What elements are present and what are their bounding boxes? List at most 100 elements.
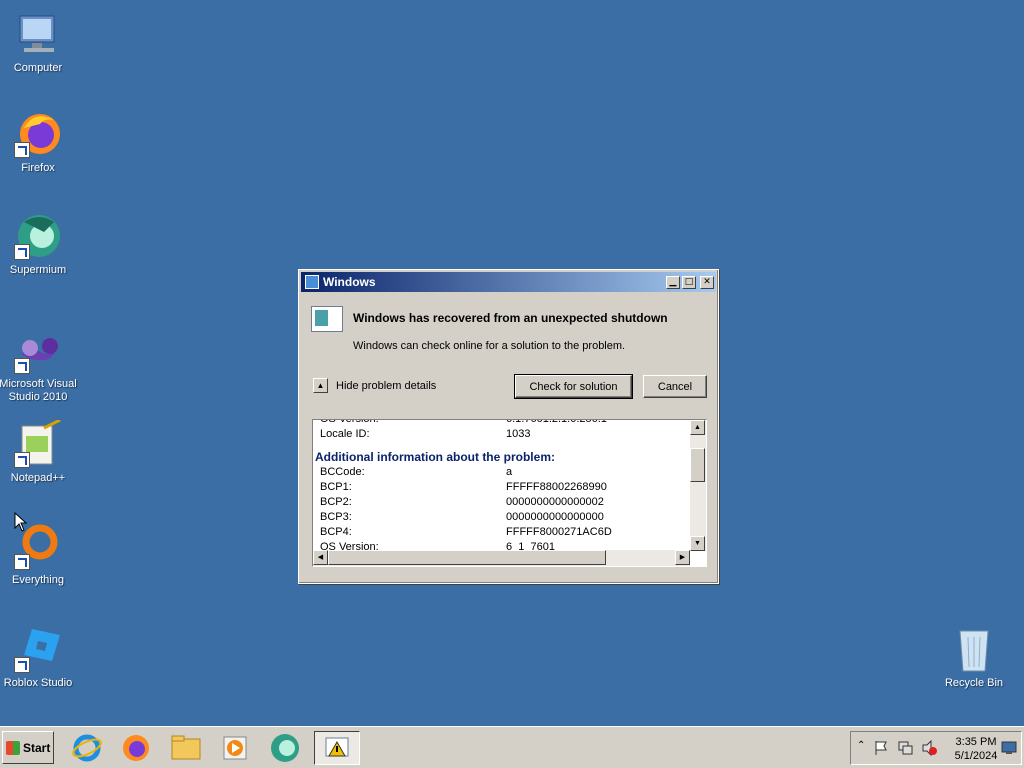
desktop-icon-label: Notepad++ (10, 472, 66, 484)
roblox-studio-icon (14, 625, 62, 673)
horizontal-scrollbar[interactable]: ◀ ▶ (313, 550, 690, 566)
problem-report-dialog: Windows ▁ □ ✕ Windows has recovered from… (298, 269, 719, 584)
desktop-icon-label: Supermium (9, 264, 67, 276)
details-value: a (506, 466, 513, 478)
action-center-flag-icon[interactable] (873, 740, 889, 756)
desktop-icon-everything[interactable]: Everything (0, 522, 78, 587)
close-button[interactable]: ✕ (700, 275, 714, 289)
details-row: BCP1: FFFFF88002268990 (313, 480, 691, 495)
desktop-icon-label: Everything (12, 574, 64, 586)
windows-logo-icon (6, 740, 20, 755)
taskbar-problem-reporting[interactable] (314, 731, 360, 765)
scroll-right-icon[interactable]: ▶ (675, 550, 690, 565)
windows-flag-icon (305, 275, 319, 289)
scroll-down-icon[interactable]: ▼ (690, 536, 705, 551)
details-value: 1033 (506, 428, 531, 440)
shortcut-arrow-icon (14, 358, 30, 374)
volume-muted-icon[interactable] (921, 740, 937, 756)
desktop-icon-visual-studio[interactable]: Microsoft Visual Studio 2010 (0, 326, 78, 404)
desktop-icon-label: Roblox Studio (3, 677, 73, 689)
shortcut-arrow-icon (14, 244, 30, 260)
shortcut-arrow-icon (14, 142, 30, 158)
clock-time: 3:35 PM (955, 736, 997, 748)
scroll-left-icon[interactable]: ◀ (313, 550, 328, 565)
details-key: Locale ID: (320, 428, 370, 440)
details-key: OS Version: (320, 419, 379, 425)
error-reporting-icon (325, 737, 349, 757)
firefox-icon (123, 735, 149, 761)
details-row: BCCode: a (313, 465, 691, 480)
details-section-title: Additional information about the problem… (315, 450, 555, 464)
report-window-icon (311, 306, 343, 332)
supermium-icon (14, 212, 62, 260)
horizontal-scroll-thumb[interactable] (328, 550, 606, 565)
details-value: FFFFF88002268990 (506, 481, 607, 493)
notepad-plus-plus-icon (14, 418, 62, 468)
minimize-button[interactable]: ▁ (666, 275, 680, 289)
desktop-icon-label: Computer (13, 62, 63, 74)
desktop-icon-label: Recycle Bin (944, 677, 1004, 689)
maximize-button[interactable]: □ (682, 275, 696, 289)
vertical-scrollbar[interactable]: ▲ ▼ (690, 420, 706, 551)
details-row: Locale ID: 1033 (313, 427, 691, 442)
cancel-button[interactable]: Cancel (643, 375, 707, 398)
check-for-solution-button[interactable]: Check for solution (514, 374, 633, 399)
show-desktop-icon[interactable] (1001, 740, 1017, 756)
dialog-titlebar[interactable]: Windows ▁ □ ✕ (301, 272, 716, 292)
taskbar-file-explorer[interactable] (169, 731, 203, 765)
details-key: BCP4: (320, 526, 352, 538)
taskbar-internet-explorer[interactable] (70, 731, 104, 765)
mouse-cursor-icon (14, 512, 28, 532)
details-row: BCP2: 0000000000000002 (313, 495, 691, 510)
details-key: BCCode: (320, 466, 365, 478)
taskbar: Start ⌃ 3:35 PM 5/1/2024 (0, 726, 1024, 768)
details-key: BCP1: (320, 481, 352, 493)
desktop-icon-notepad-plus-plus[interactable]: Notepad++ (0, 418, 78, 485)
details-value: FFFFF8000271AC6D (506, 526, 612, 538)
problem-details-panel[interactable]: OS Version: 6.1.7601.2.1.0.256.1 Locale … (312, 419, 707, 567)
visual-studio-icon (14, 326, 62, 374)
internet-explorer-icon (72, 734, 102, 762)
taskbar-firefox[interactable] (119, 731, 153, 765)
vertical-scroll-thumb[interactable] (690, 448, 705, 482)
taskbar-media-player[interactable] (218, 731, 252, 765)
hide-details-toggle[interactable]: ▲ Hide problem details (313, 378, 436, 393)
show-hidden-icons-icon[interactable]: ⌃ (857, 740, 865, 751)
dialog-heading: Windows has recovered from an unexpected… (353, 311, 668, 325)
media-player-icon (223, 736, 247, 760)
shortcut-arrow-icon (14, 452, 30, 468)
desktop-icon-firefox[interactable]: Firefox (0, 110, 78, 175)
desktop-icon-supermium[interactable]: Supermium (0, 212, 78, 277)
firefox-icon (14, 110, 62, 158)
start-button[interactable]: Start (2, 731, 54, 764)
details-key: BCP3: (320, 511, 352, 523)
desktop-icon-recycle-bin[interactable]: Recycle Bin (934, 625, 1014, 690)
desktop-icon-label: Microsoft Visual Studio 2010 (0, 378, 77, 403)
chevron-up-icon: ▲ (313, 378, 328, 393)
desktop-icon-roblox-studio[interactable]: Roblox Studio (0, 625, 78, 690)
computer-icon (14, 10, 62, 58)
details-key: BCP2: (320, 496, 352, 508)
recycle-bin-icon (950, 625, 998, 673)
taskbar-supermium[interactable] (268, 731, 302, 765)
desktop-icon-computer[interactable]: Computer (0, 10, 78, 75)
supermium-icon (271, 734, 299, 762)
details-row: OS Version: 6.1.7601.2.1.0.256.1 (313, 419, 691, 427)
details-row: BCP4: FFFFF8000271AC6D (313, 525, 691, 540)
details-value: 0000000000000000 (506, 511, 604, 523)
start-label: Start (23, 740, 51, 755)
dialog-subtext: Windows can check online for a solution … (353, 340, 626, 352)
network-icon[interactable] (897, 740, 913, 756)
scroll-up-icon[interactable]: ▲ (690, 420, 705, 435)
file-explorer-icon (171, 735, 201, 760)
toggle-label: Hide problem details (336, 379, 437, 392)
shortcut-arrow-icon (14, 657, 30, 673)
clock-date: 5/1/2024 (954, 750, 998, 762)
details-row: BCP3: 0000000000000000 (313, 510, 691, 525)
desktop-icon-label: Firefox (21, 162, 55, 174)
details-value: 6.1.7601.2.1.0.256.1 (506, 419, 607, 425)
details-value: 0000000000000002 (506, 496, 604, 508)
dialog-title: Windows (323, 275, 376, 289)
clock[interactable]: 3:35 PM 5/1/2024 (949, 735, 1003, 763)
notification-area: ⌃ 3:35 PM 5/1/2024 (850, 731, 1022, 765)
